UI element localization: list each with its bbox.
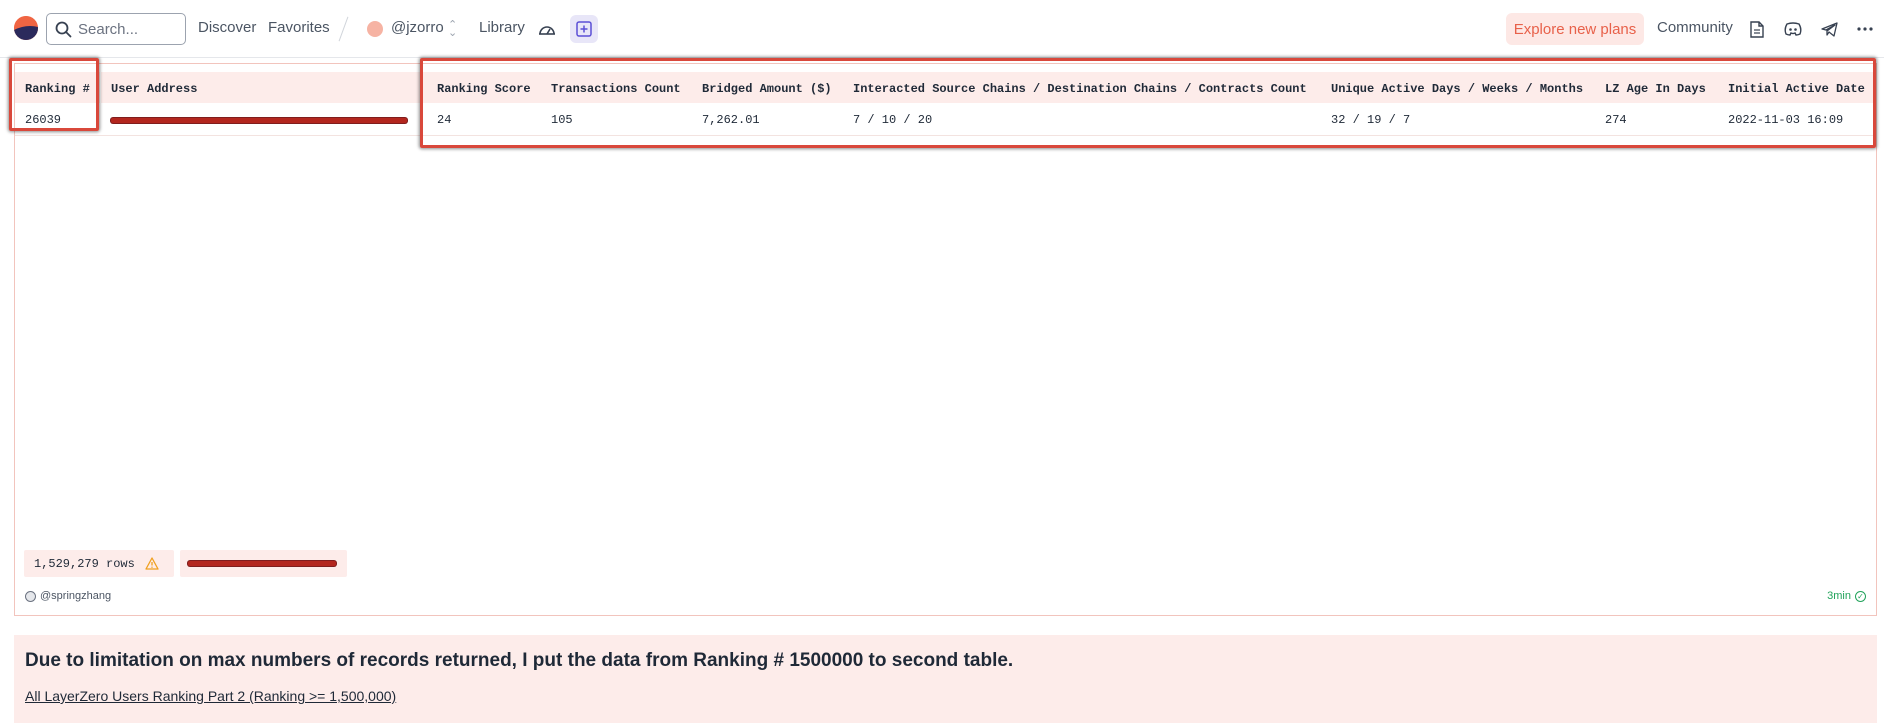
team-avatar[interactable] [367, 21, 383, 37]
dashboard-gauge-icon[interactable] [535, 17, 559, 41]
cell-ranking-score: 24 [437, 113, 452, 127]
text-widget-heading: Due to limitation on max numbers of reco… [25, 650, 1014, 671]
part2-dashboard-link[interactable]: All LayerZero Users Ranking Part 2 (Rank… [25, 688, 396, 704]
top-navigation: Discover Favorites @jzorro ⌃⌄ Library Ex… [0, 0, 1884, 58]
column-header-ranking[interactable]: Ranking # [25, 82, 90, 96]
column-header-transactions-count[interactable]: Transactions Count [551, 82, 681, 96]
search-icon [55, 21, 72, 37]
cell-bridged-amount: 7,262.01 [702, 113, 760, 127]
cell-chains-contracts: 7 / 10 / 20 [853, 113, 933, 127]
column-header-chains-contracts[interactable]: Interacted Source Chains / Destination C… [853, 82, 1307, 96]
nav-discover-link[interactable]: Discover [198, 19, 256, 36]
text-widget: Due to limitation on max numbers of reco… [14, 635, 1877, 723]
nav-library-link[interactable]: Library [479, 19, 525, 36]
column-divider [100, 72, 101, 103]
duration-label: 3min [1827, 590, 1851, 602]
nav-community-link[interactable]: Community [1657, 19, 1733, 36]
dune-logo-icon[interactable] [14, 16, 38, 40]
query-duration-status: 3min ✓ [1827, 590, 1866, 602]
column-divider [420, 72, 421, 103]
plus-square-icon [576, 21, 592, 37]
query-author[interactable]: @springzhang [25, 590, 111, 602]
warning-icon[interactable] [145, 557, 159, 570]
redacted-text-bar [188, 561, 336, 566]
column-header-ranking-score[interactable]: Ranking Score [437, 82, 531, 96]
redacted-footer-chip [180, 550, 347, 577]
row-divider [15, 135, 1876, 136]
more-icon[interactable] [1853, 17, 1877, 41]
nav-divider [338, 16, 349, 42]
row-count-badge: 1,529,279 rows [24, 550, 174, 577]
cell-lz-age: 274 [1605, 113, 1627, 127]
column-header-bridged-amount[interactable]: Bridged Amount ($) [702, 82, 832, 96]
cell-initial-active-date: 2022-11-03 16:09 [1728, 113, 1844, 127]
column-header-lz-age[interactable]: LZ Age In Days [1605, 82, 1706, 96]
column-header-user-address[interactable]: User Address [111, 82, 197, 96]
telegram-icon[interactable] [1817, 17, 1841, 41]
cell-ranking: 26039 [25, 113, 62, 127]
author-name[interactable]: @springzhang [40, 590, 111, 602]
column-header-initial-active-date[interactable]: Initial Active Date [1728, 82, 1865, 96]
team-switcher-label[interactable]: @jzorro [391, 19, 444, 36]
discord-icon[interactable] [1781, 17, 1805, 41]
cell-active-periods: 32 / 19 / 7 [1331, 113, 1411, 127]
cell-transactions-count: 105 [551, 113, 573, 127]
create-new-button[interactable] [570, 15, 598, 43]
search-input[interactable] [78, 20, 178, 38]
author-avatar-icon [25, 590, 36, 602]
chevron-updown-icon[interactable]: ⌃ ⌄ [448, 20, 457, 39]
row-count-label: 1,529,279 rows [34, 556, 135, 571]
check-circle-icon: ✓ [1855, 590, 1866, 602]
query-results-panel: Ranking # User Address Ranking Score Tra… [9, 58, 1877, 616]
explore-plans-button[interactable]: Explore new plans [1506, 13, 1644, 45]
nav-favorites-link[interactable]: Favorites [268, 19, 330, 36]
docs-icon[interactable] [1745, 17, 1769, 41]
column-header-active-periods[interactable]: Unique Active Days / Weeks / Months [1331, 82, 1583, 96]
cell-user-address-redacted [111, 118, 407, 123]
search-box[interactable] [46, 13, 186, 45]
